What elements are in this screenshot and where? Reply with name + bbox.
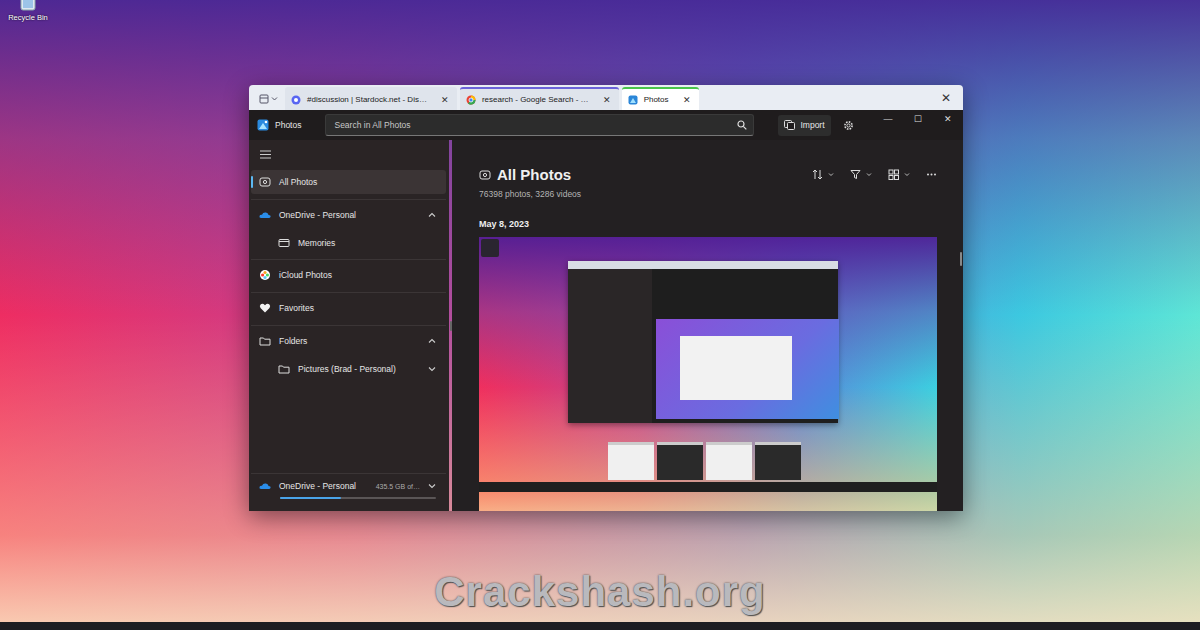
tab-label: Photos [644, 95, 669, 104]
sidebar-label: Pictures (Brad - Personal) [298, 364, 420, 374]
photos-window: #discussion | Stardock.net - Dis…✕resear… [249, 85, 963, 511]
chevron-down-icon [866, 172, 872, 177]
toolbar [812, 169, 937, 180]
chevron-down-icon [828, 172, 834, 177]
recycle-bin-icon [18, 0, 38, 12]
date-header: May 8, 2023 [479, 219, 937, 229]
tab[interactable]: #discussion | Stardock.net - Dis… ✕ [285, 87, 457, 110]
storage-fill [280, 497, 341, 499]
sidebar-item[interactable]: iCloud Photos [251, 259, 446, 287]
scrollbar[interactable] [960, 252, 962, 266]
tab-close[interactable]: ✕ [441, 95, 449, 105]
import-button[interactable]: Import [778, 115, 830, 136]
onedrive-icon [259, 480, 271, 492]
maximize-button[interactable]: ☐ [903, 110, 933, 128]
tab[interactable]: research - Google Search - … ✕ [460, 87, 619, 110]
chevron-down-icon [904, 172, 910, 177]
view-button[interactable] [888, 169, 910, 180]
tab-label: #discussion | Stardock.net - Dis… [307, 95, 427, 104]
sort-icon [812, 169, 823, 180]
tab[interactable]: Photos ✕ [622, 87, 699, 110]
import-label: Import [800, 120, 824, 130]
chevron-icon[interactable] [428, 212, 436, 218]
sidebar-item[interactable]: Folders [251, 325, 446, 353]
tab-label: research - Google Search - … [482, 95, 589, 104]
view-icon [888, 169, 899, 180]
storage-bar [280, 497, 436, 499]
folder-icon [278, 363, 290, 375]
taskbar [0, 622, 1200, 630]
watermark-text: Crackshash.org [434, 568, 765, 615]
sidebar-item[interactable]: Favorites [251, 292, 446, 320]
photos-icon [259, 176, 271, 188]
sidebar-item[interactable]: Pictures (Brad - Personal) [251, 357, 446, 380]
window-close[interactable]: ✕ [937, 91, 955, 105]
storage-row[interactable]: OneDrive - Personal 435.5 GB of… [259, 480, 436, 492]
title-bar: Photos Import —☐✕ [249, 110, 963, 140]
memories-icon [278, 237, 290, 249]
menu-toggle[interactable] [251, 140, 446, 168]
sidebar-item[interactable]: All Photos [251, 170, 446, 194]
more-button[interactable] [926, 169, 937, 180]
search-box[interactable] [325, 114, 754, 136]
tabs-icon [259, 94, 269, 104]
chevron-icon[interactable] [428, 483, 436, 489]
filter-icon [850, 169, 861, 180]
storage-reading: 435.5 GB of… [376, 483, 420, 490]
sidebar-item[interactable]: OneDrive - Personal [251, 199, 446, 227]
icloud-photos-icon [259, 269, 271, 281]
search-input[interactable] [332, 119, 737, 131]
chevron-icon[interactable] [428, 366, 436, 372]
sidebar-item[interactable]: Memories [251, 231, 446, 254]
app-title: Photos [275, 120, 301, 130]
import-icon [784, 120, 795, 130]
photos-icon [479, 169, 491, 181]
site-icon [291, 95, 301, 105]
photo-count: 76398 photos, 3286 videos [479, 189, 937, 199]
hamburger-icon [260, 150, 271, 159]
app-body: All Photos OneDrive - Personal Memories iCl… [249, 140, 963, 511]
storage: OneDrive - Personal 435.5 GB of… [251, 473, 446, 511]
watermark: Crackshash.org [0, 568, 1200, 616]
site-icon [466, 95, 476, 105]
photo-thumbnail[interactable] [479, 237, 937, 511]
tab-bar: #discussion | Stardock.net - Dis…✕resear… [249, 85, 963, 110]
photos-logo-icon [257, 119, 269, 131]
site-icon [628, 95, 638, 105]
storage-label: OneDrive - Personal [279, 481, 356, 491]
chevron-icon[interactable] [428, 338, 436, 344]
sort-button[interactable] [812, 169, 834, 180]
recycle-bin-label: Recycle Bin [8, 13, 48, 22]
gallery-header: All Photos [479, 166, 937, 183]
folder-icon [259, 335, 271, 347]
window-controls: —☐✕ [873, 110, 963, 128]
sidebar-label: iCloud Photos [279, 270, 436, 280]
recycle-bin[interactable]: Recycle Bin [4, 0, 52, 22]
chevron-down-icon [271, 96, 278, 102]
tab-menu[interactable] [255, 88, 282, 110]
tab-close[interactable]: ✕ [683, 95, 691, 105]
minimize-button[interactable]: — [873, 110, 903, 128]
sidebar: All Photos OneDrive - Personal Memories iCl… [249, 140, 449, 511]
sidebar-label: Memories [298, 238, 436, 248]
tab-close[interactable]: ✕ [603, 95, 611, 105]
more-icon [926, 169, 937, 180]
heart-icon [259, 302, 271, 314]
onedrive-icon [259, 209, 271, 221]
sidebar-label: Folders [279, 336, 420, 346]
search-icon [737, 120, 747, 130]
filter-button[interactable] [850, 169, 872, 180]
photo-gallery: All Photos 76398 photos, 3286 videos May 8… [452, 140, 963, 511]
sidebar-label: Favorites [279, 303, 436, 313]
sidebar-label: All Photos [279, 177, 436, 187]
sidebar-label: OneDrive - Personal [279, 210, 420, 220]
close-button[interactable]: ✕ [933, 110, 963, 128]
gallery-title: All Photos [497, 166, 571, 183]
gear-icon[interactable] [843, 120, 854, 131]
